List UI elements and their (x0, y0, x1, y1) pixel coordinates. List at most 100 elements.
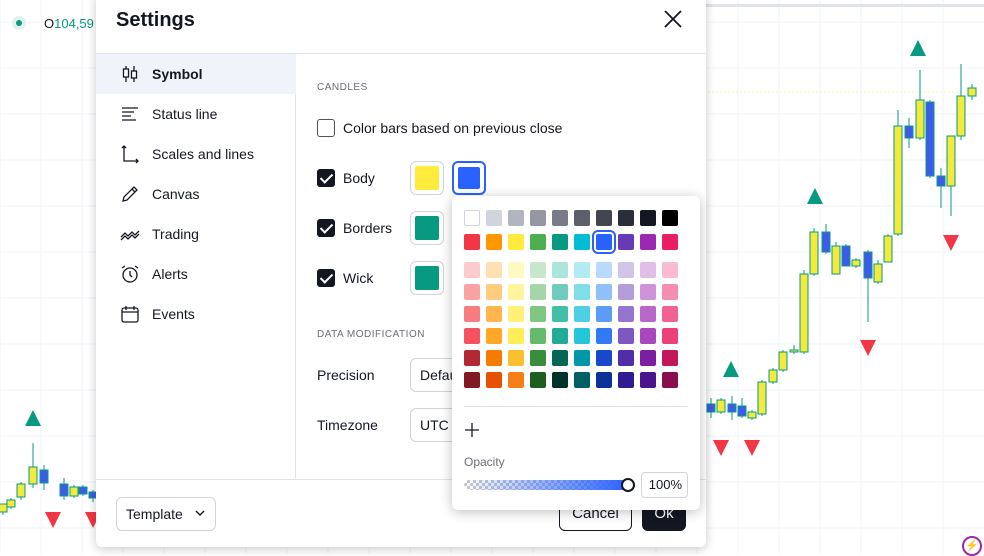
color-swatch-option[interactable] (574, 284, 590, 300)
color-swatch-option[interactable] (508, 350, 524, 366)
color-swatch-option[interactable] (596, 350, 612, 366)
color-swatch-option[interactable] (596, 372, 612, 388)
color-swatch-option[interactable] (596, 262, 612, 278)
color-swatch-option[interactable] (464, 284, 480, 300)
color-swatch-option[interactable] (486, 306, 502, 322)
color-swatch-option[interactable] (530, 284, 546, 300)
color-swatch-option[interactable] (464, 262, 480, 278)
color-swatch-option[interactable] (640, 284, 656, 300)
sidebar-item-events[interactable]: Events (96, 294, 296, 334)
sidebar-item-trading[interactable]: Trading (96, 214, 296, 254)
market-status-icon[interactable] (12, 16, 26, 30)
template-button[interactable]: Template (116, 497, 216, 531)
color-swatch-option[interactable] (662, 234, 678, 250)
color-swatch-option[interactable] (618, 350, 634, 366)
color-swatch-option[interactable] (574, 372, 590, 388)
color-swatch-option[interactable] (574, 328, 590, 344)
color-swatch-option[interactable] (618, 306, 634, 322)
color-swatch-option[interactable] (662, 306, 678, 322)
sidebar-item-canvas[interactable]: Canvas (96, 174, 296, 214)
color-swatch-option[interactable] (508, 262, 524, 278)
color-swatch-option[interactable] (592, 230, 616, 254)
color-swatch-option[interactable] (662, 372, 678, 388)
color-swatch-option[interactable] (508, 234, 524, 250)
opacity-slider[interactable] (464, 478, 635, 492)
color-swatch-option[interactable] (530, 306, 546, 322)
color-swatch-option[interactable] (552, 210, 568, 226)
sidebar-item-status-line[interactable]: Status line (96, 94, 296, 134)
color-swatch-option[interactable] (486, 350, 502, 366)
color-swatch-option[interactable] (530, 328, 546, 344)
body-checkbox[interactable] (317, 169, 335, 187)
color-swatch-option[interactable] (574, 306, 590, 322)
color-swatch-option[interactable] (530, 210, 546, 226)
color-swatch-option[interactable] (640, 306, 656, 322)
color-swatch-option[interactable] (662, 328, 678, 344)
color-swatch-option[interactable] (618, 328, 634, 344)
color-swatch-option[interactable] (574, 210, 590, 226)
color-swatch-option[interactable] (530, 372, 546, 388)
color-swatch-option[interactable] (508, 210, 524, 226)
color-swatch-option[interactable] (574, 234, 590, 250)
color-swatch-option[interactable] (640, 372, 656, 388)
color-swatch-option[interactable] (486, 262, 502, 278)
color-swatch-option[interactable] (508, 328, 524, 344)
color-swatch-option[interactable] (662, 350, 678, 366)
color-swatch-option[interactable] (596, 328, 612, 344)
color-swatch-option[interactable] (640, 350, 656, 366)
color-swatch-option[interactable] (618, 210, 634, 226)
sidebar-item-symbol[interactable]: Symbol (96, 54, 296, 94)
color-swatch-option[interactable] (574, 262, 590, 278)
lightning-icon[interactable]: ⚡ (962, 536, 982, 556)
color-swatch-option[interactable] (618, 262, 634, 278)
color-swatch-option[interactable] (464, 350, 480, 366)
color-swatch-option[interactable] (640, 210, 656, 226)
color-swatch-option[interactable] (464, 328, 480, 344)
close-icon[interactable] (662, 8, 684, 30)
sidebar-item-scales-and-lines[interactable]: Scales and lines (96, 134, 296, 174)
color-swatch-option[interactable] (552, 234, 568, 250)
color-swatch-option[interactable] (662, 262, 678, 278)
color-swatch-option[interactable] (552, 306, 568, 322)
color-swatch-option[interactable] (486, 372, 502, 388)
color-swatch-option[interactable] (662, 284, 678, 300)
color-swatch-option[interactable] (530, 350, 546, 366)
color-swatch-option[interactable] (486, 234, 502, 250)
color-swatch-option[interactable] (552, 262, 568, 278)
borders-checkbox[interactable] (317, 219, 335, 237)
color-swatch-option[interactable] (486, 210, 502, 226)
sidebar-item-alerts[interactable]: Alerts (96, 254, 296, 294)
color-swatch-option[interactable] (662, 210, 678, 226)
color-swatch-option[interactable] (530, 234, 546, 250)
color-swatch-option[interactable] (508, 284, 524, 300)
color-swatch-option[interactable] (464, 234, 480, 250)
opacity-input[interactable]: 100% (641, 472, 688, 498)
color-swatch-option[interactable] (552, 350, 568, 366)
color-swatch-option[interactable] (640, 262, 656, 278)
color-swatch-option[interactable] (618, 284, 634, 300)
color-swatch-option[interactable] (596, 306, 612, 322)
color-swatch-option[interactable] (574, 350, 590, 366)
wick-color-button[interactable] (410, 261, 444, 295)
wick-checkbox[interactable] (317, 269, 335, 287)
body-down-color-button[interactable] (452, 161, 486, 195)
plus-icon[interactable] (464, 422, 480, 438)
color-swatch-option[interactable] (508, 372, 524, 388)
color-swatch-option[interactable] (552, 328, 568, 344)
color-swatch-option[interactable] (618, 372, 634, 388)
color-swatch-option[interactable] (640, 328, 656, 344)
color-swatch-option[interactable] (552, 372, 568, 388)
opacity-slider-handle[interactable] (621, 478, 635, 492)
color-swatch-option[interactable] (464, 372, 480, 388)
color-swatch-option[interactable] (640, 234, 656, 250)
borders-color-button[interactable] (410, 211, 444, 245)
color-swatch-option[interactable] (486, 328, 502, 344)
color-swatch-option[interactable] (486, 284, 502, 300)
color-swatch-option[interactable] (596, 210, 612, 226)
color-swatch-option[interactable] (552, 284, 568, 300)
color-bars-checkbox[interactable] (317, 119, 335, 137)
color-swatch-option[interactable] (464, 306, 480, 322)
color-swatch-option[interactable] (508, 306, 524, 322)
color-swatch-option[interactable] (596, 284, 612, 300)
color-swatch-option[interactable] (618, 234, 634, 250)
